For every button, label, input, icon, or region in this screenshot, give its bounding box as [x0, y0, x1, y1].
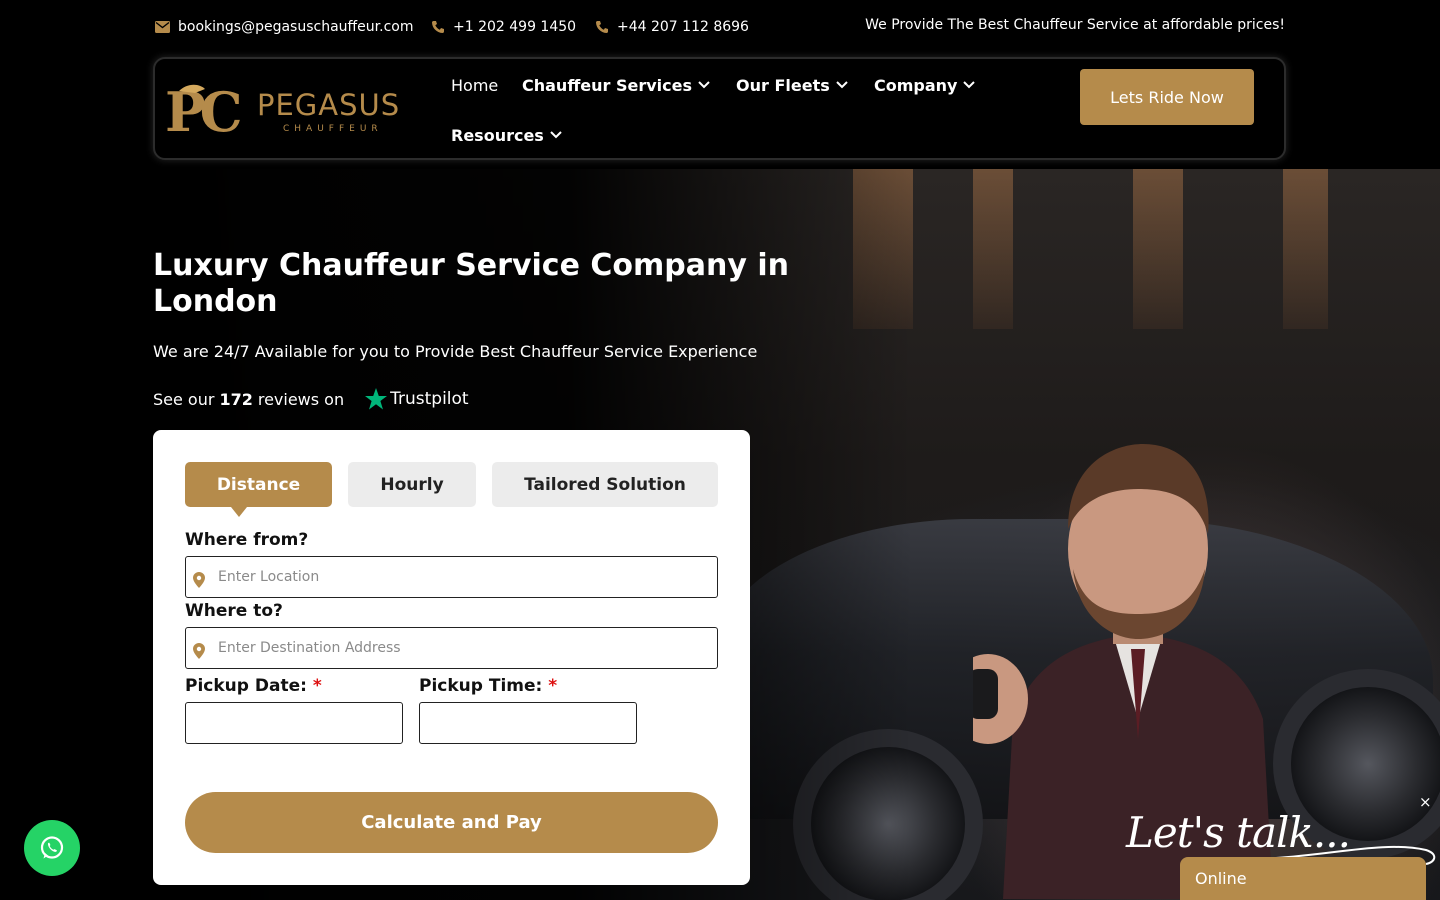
lets-ride-now-button[interactable]: Lets Ride Now: [1080, 69, 1254, 125]
trustpilot-link[interactable]: Trustpilot: [364, 387, 469, 411]
pickup-time-input[interactable]: [420, 703, 636, 743]
phone-us-contact[interactable]: +1 202 499 1450: [431, 17, 576, 37]
top-contact-bar: bookings@pegasuschauffeur.com +1 202 499…: [0, 0, 1440, 54]
where-from-label: Where from?: [185, 530, 309, 550]
reviews-count: 172: [219, 389, 253, 409]
booking-form-card: Distance Hourly Tailored Solution Where …: [153, 430, 750, 885]
phone-uk-text: +44 207 112 8696: [617, 19, 749, 35]
where-from-input[interactable]: [186, 557, 717, 597]
phone-icon: [432, 21, 444, 33]
nav-chauffeur-services-label: Chauffeur Services: [522, 75, 693, 95]
calculate-and-pay-button[interactable]: Calculate and Pay: [185, 792, 718, 853]
chevron-down-icon: [698, 81, 710, 89]
whatsapp-icon: [40, 836, 64, 859]
nav-our-fleets-label: Our Fleets: [736, 75, 830, 95]
background-building: [973, 169, 1013, 329]
star-icon: [365, 388, 388, 410]
nav-home[interactable]: Home: [451, 74, 498, 96]
whatsapp-button[interactable]: [24, 820, 80, 876]
tab-distance[interactable]: Distance: [185, 462, 332, 517]
phone-icon: [596, 21, 608, 33]
email-contact[interactable]: bookings@pegasuschauffeur.com: [155, 17, 413, 37]
reviews-line: See our 172 reviews on Trustpilot: [153, 385, 469, 413]
where-to-field[interactable]: [185, 627, 718, 669]
location-pin-icon: [193, 643, 205, 659]
reviews-prefix: See our: [153, 389, 215, 409]
nav-our-fleets[interactable]: Our Fleets: [736, 74, 848, 96]
page-title: Luxury Chauffeur Service Company in Lond…: [153, 248, 789, 319]
main-navbar: PC PEGASUS CHAUFFEUR Home Chauffeur Serv…: [153, 57, 1286, 160]
nav-home-label: Home: [451, 75, 499, 95]
mail-icon: [155, 21, 170, 33]
where-to-input[interactable]: [186, 628, 717, 668]
tab-tailored-solution[interactable]: Tailored Solution: [492, 462, 718, 507]
pegasus-logo[interactable]: PC PEGASUS CHAUFFEUR: [165, 81, 417, 137]
svg-text:PEGASUS: PEGASUS: [257, 88, 400, 122]
pickup-date-input[interactable]: [186, 703, 402, 743]
background-building: [1283, 169, 1328, 329]
chat-close-button[interactable]: ×: [1419, 793, 1432, 811]
hero-subtitle: We are 24/7 Available for you to Provide…: [153, 342, 758, 361]
required-mark: *: [312, 676, 322, 696]
pickup-date-field[interactable]: [185, 702, 403, 744]
email-text: bookings@pegasuschauffeur.com: [178, 19, 414, 35]
chat-online-tab[interactable]: Online: [1180, 857, 1426, 900]
chevron-down-icon: [963, 81, 976, 89]
phone-us-text: +1 202 499 1450: [453, 19, 577, 35]
pickup-time-label: Pickup Time: *: [419, 676, 557, 696]
pickup-time-field[interactable]: [419, 702, 637, 744]
location-pin-icon: [193, 572, 205, 588]
pickup-time-label-text: Pickup Time:: [419, 676, 543, 696]
trustpilot-label: Trustpilot: [390, 389, 469, 409]
tab-hourly[interactable]: Hourly: [348, 462, 476, 507]
chevron-down-icon: [550, 131, 562, 139]
svg-text:CHAUFFEUR: CHAUFFEUR: [283, 124, 383, 134]
nav-company-label: Company: [874, 75, 958, 95]
pickup-date-label-text: Pickup Date:: [185, 676, 307, 696]
chevron-down-icon: [836, 81, 848, 89]
where-from-field[interactable]: [185, 556, 718, 598]
required-mark: *: [548, 676, 558, 696]
nav-chauffeur-services[interactable]: Chauffeur Services: [522, 74, 710, 96]
phone-uk-contact[interactable]: +44 207 112 8696: [595, 17, 749, 37]
background-building: [1133, 169, 1183, 329]
pickup-date-label: Pickup Date: *: [185, 676, 322, 696]
nav-resources[interactable]: Resources: [451, 124, 562, 146]
tagline: We Provide The Best Chauffeur Service at…: [865, 17, 1285, 33]
where-to-label: Where to?: [185, 601, 283, 621]
nav-resources-label: Resources: [451, 125, 544, 145]
nav-company[interactable]: Company: [874, 74, 976, 96]
reviews-suffix: reviews on: [257, 389, 345, 409]
